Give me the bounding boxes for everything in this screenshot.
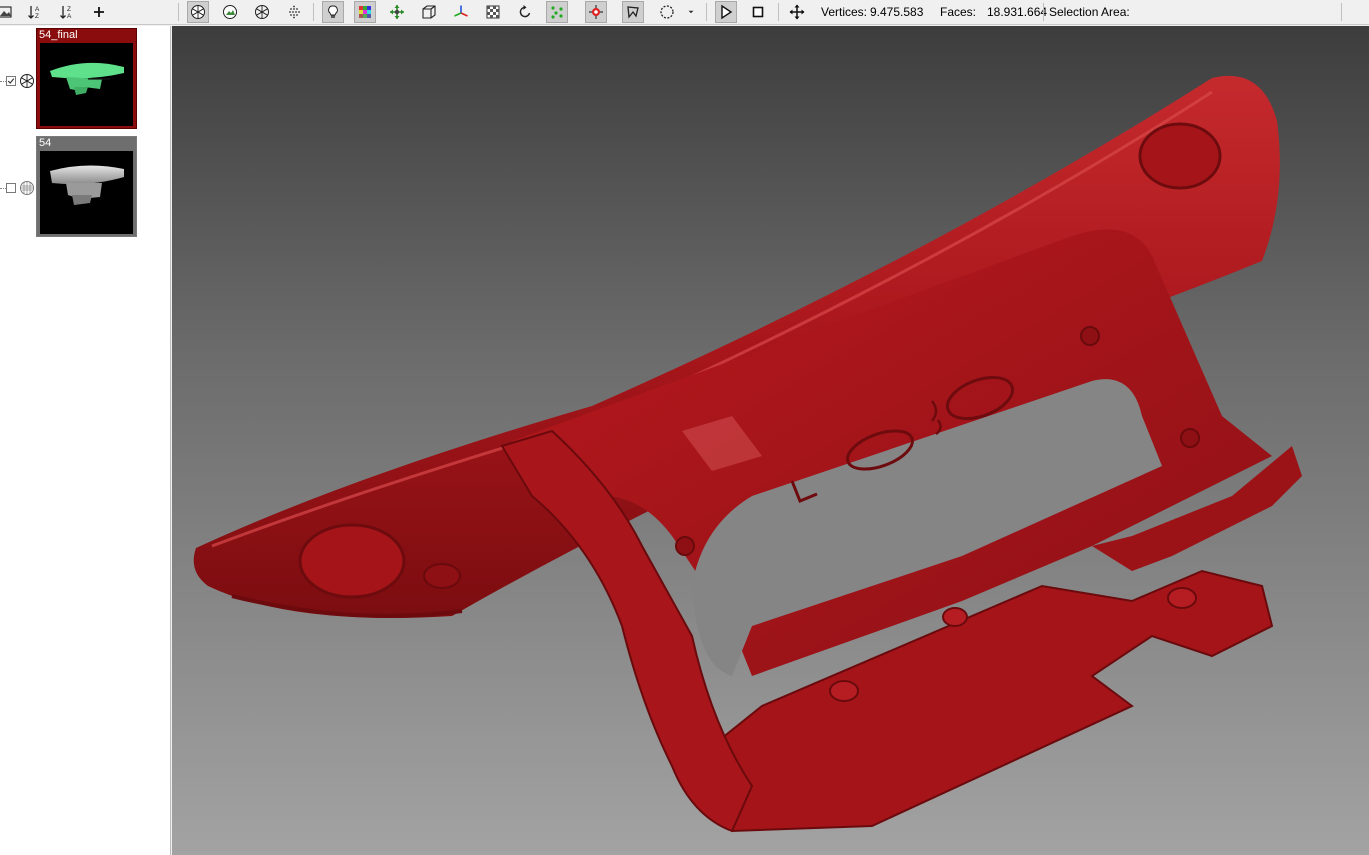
toolbar-separator <box>1341 3 1342 21</box>
toolbar-separator <box>178 3 179 21</box>
vertices-label: Vertices: <box>821 5 868 19</box>
points-sphere-icon[interactable] <box>251 1 273 23</box>
layer-name: 54 <box>39 137 52 149</box>
normals-icon[interactable] <box>386 1 408 23</box>
svg-text:Z: Z <box>67 6 71 13</box>
svg-text:Z: Z <box>35 13 39 20</box>
svg-text:A: A <box>67 13 72 20</box>
layer-visibility-checkbox[interactable] <box>6 183 16 193</box>
move-icon[interactable] <box>786 1 808 23</box>
toolbar-separator <box>1043 3 1044 21</box>
layer-render-mode-icon[interactable] <box>19 73 35 89</box>
wireframe-sphere-icon[interactable] <box>187 1 209 23</box>
add-layer-icon[interactable] <box>88 1 110 23</box>
faces-label: Faces: <box>940 5 977 19</box>
toolbar-separator <box>778 3 779 21</box>
lasso-select-icon[interactable] <box>622 1 644 23</box>
chevron-down-icon[interactable] <box>684 1 698 23</box>
circle-select-icon[interactable] <box>656 1 678 23</box>
end-cup-left <box>298 523 406 599</box>
layer-name: 54_final <box>39 29 78 41</box>
end-cup-right <box>1138 122 1222 190</box>
selection-area-label: Selection Area: <box>1049 5 1130 19</box>
layer-render-mode-icon[interactable] <box>19 180 35 196</box>
play-icon[interactable] <box>715 1 737 23</box>
color-grid-icon[interactable] <box>354 1 376 23</box>
layer-item-54-final[interactable]: 54_final <box>36 28 137 129</box>
vertices-value: 9.475.583 <box>870 5 924 19</box>
main-toolbar: AZ ZA Vertices: 9.475.583 Faces: 18.931.… <box>0 0 1369 25</box>
layer-panel: 54_final 54 <box>0 26 171 855</box>
layer-item-54[interactable]: 54 <box>36 136 137 237</box>
sort-ascending-icon[interactable]: AZ <box>24 1 46 23</box>
3d-viewport[interactable] <box>172 26 1369 855</box>
bounding-box-icon[interactable] <box>418 1 440 23</box>
app-window: AZ ZA Vertices: 9.475.583 Faces: 18.931.… <box>0 0 1369 855</box>
dotted-sphere-icon[interactable] <box>283 1 305 23</box>
textured-sphere-icon[interactable] <box>219 1 241 23</box>
toolbar-separator <box>313 3 314 21</box>
svg-text:A: A <box>35 6 40 13</box>
stop-icon[interactable] <box>747 1 769 23</box>
axes-icon[interactable] <box>450 1 472 23</box>
mesh-model[interactable] <box>172 26 1369 855</box>
reset-rotation-icon[interactable] <box>514 1 536 23</box>
layer-thumbnail <box>40 151 133 234</box>
faces-value: 18.931.664 <box>987 5 1048 19</box>
toolbar-separator <box>706 3 707 21</box>
layer-image-icon[interactable] <box>0 1 16 23</box>
sort-descending-icon[interactable]: ZA <box>56 1 78 23</box>
layer-visibility-checkbox[interactable] <box>6 76 16 86</box>
layer-thumbnail <box>40 43 133 126</box>
light-bulb-icon[interactable] <box>322 1 344 23</box>
vertex-select-icon[interactable] <box>546 1 568 23</box>
face-select-icon[interactable] <box>585 1 607 23</box>
checkerboard-icon[interactable] <box>482 1 504 23</box>
